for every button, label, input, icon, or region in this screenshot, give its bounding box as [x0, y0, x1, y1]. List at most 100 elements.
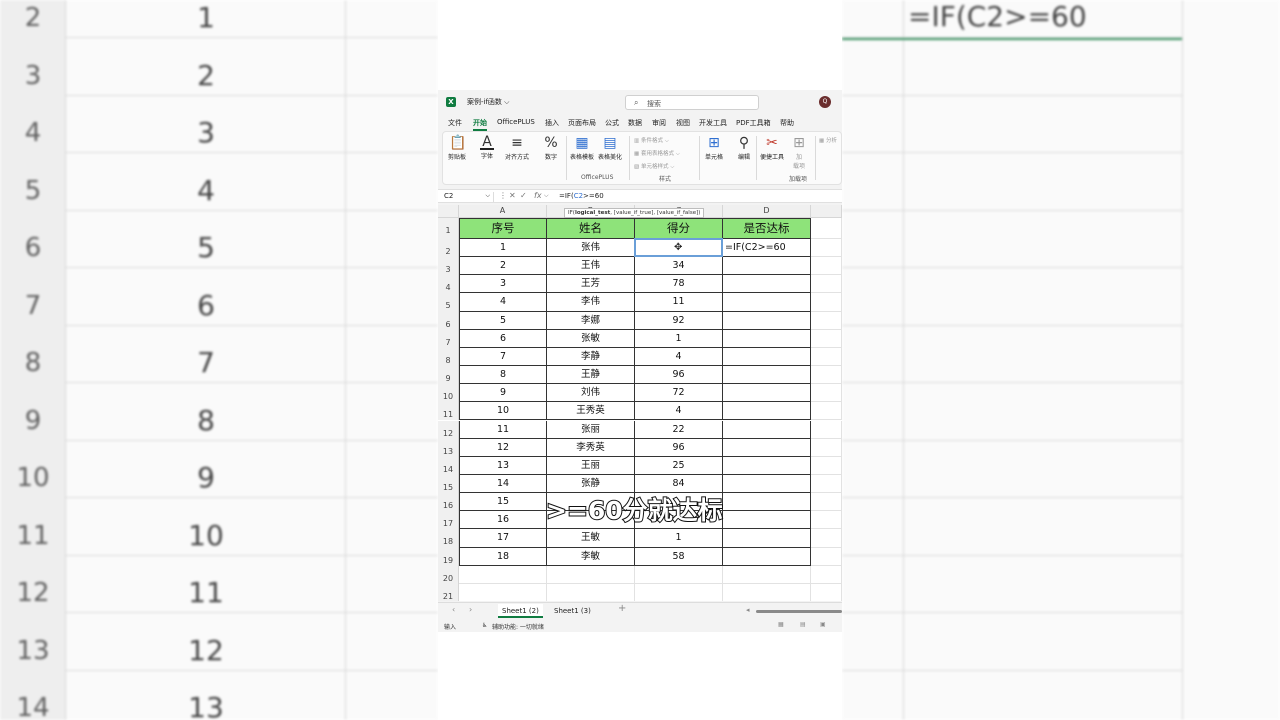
empty-cell[interactable] — [811, 257, 842, 276]
table-cell-name[interactable]: 王丽 — [547, 456, 635, 475]
name-box[interactable]: C2 ⌵ — [444, 192, 494, 202]
empty-cell[interactable] — [811, 438, 842, 457]
table-cell-name[interactable]: 李伟 — [547, 293, 635, 312]
table-header-cell[interactable]: 是否达标 — [723, 218, 811, 239]
table-cell-result[interactable] — [723, 529, 811, 548]
row-header[interactable]: 7 — [438, 329, 459, 348]
table-cell-score[interactable]: 92 — [635, 311, 723, 330]
row-header[interactable]: 9 — [438, 366, 459, 385]
row-header[interactable]: 4 — [438, 275, 459, 294]
table-cell-name[interactable]: 李秀英 — [547, 438, 635, 457]
scroll-left-icon[interactable]: ◂ — [746, 606, 750, 614]
row-header[interactable]: 20 — [438, 565, 459, 584]
table-cell-name[interactable]: 王伟 — [547, 257, 635, 276]
row-header[interactable]: 1 — [438, 218, 459, 239]
table-cell-score[interactable]: 72 — [635, 384, 723, 403]
table-cell-name[interactable]: 李静 — [547, 347, 635, 367]
sheet-tab-0[interactable]: Sheet1 (2) — [498, 604, 543, 618]
tab-3[interactable]: 插入 — [545, 118, 559, 128]
tab-6[interactable]: 数据 — [628, 118, 642, 128]
tab-7[interactable]: 审阅 — [652, 118, 666, 128]
empty-cell[interactable] — [459, 583, 547, 601]
column-header-d[interactable]: D — [723, 205, 811, 218]
tab-2[interactable]: OfficePLUS — [497, 118, 535, 126]
search-box[interactable]: ⌕ 搜索 — [625, 95, 759, 110]
row-header[interactable]: 3 — [438, 257, 459, 276]
cells-button[interactable]: ⊞ 单元格 — [705, 135, 723, 161]
empty-cell[interactable] — [723, 565, 811, 584]
table-cell-result[interactable] — [723, 547, 811, 566]
table-cell-result[interactable] — [723, 402, 811, 421]
table-cell-n[interactable]: 17 — [459, 529, 547, 548]
table-cell-name[interactable]: 李娜 — [547, 311, 635, 330]
excel-icon[interactable]: X — [446, 97, 456, 107]
align-button[interactable]: ≡ 对齐方式 — [505, 135, 529, 161]
table-cell-score[interactable]: 34 — [635, 257, 723, 276]
empty-cell[interactable] — [811, 311, 842, 330]
table-cell-score[interactable]: 1 — [635, 529, 723, 548]
tab-11[interactable]: 帮助 — [780, 118, 794, 128]
tooltip-arg1[interactable]: logical_test — [575, 210, 610, 216]
row-header[interactable]: 16 — [438, 493, 459, 512]
table-cell-n[interactable]: 1 — [459, 239, 547, 258]
table-cell-name[interactable]: 张敏 — [547, 329, 635, 348]
row-header[interactable]: 10 — [438, 384, 459, 403]
sheet-tab-1[interactable]: Sheet1 (3) — [550, 604, 595, 618]
table-cell-score[interactable]: 25 — [635, 456, 723, 475]
table-cell-name[interactable]: 张丽 — [547, 420, 635, 439]
empty-cell[interactable] — [635, 565, 723, 584]
row-header[interactable]: 19 — [438, 547, 459, 566]
horizontal-scrollbar[interactable] — [756, 610, 842, 613]
table-cell-score[interactable]: 4 — [635, 347, 723, 367]
tab-8[interactable]: 视图 — [676, 118, 690, 128]
table-cell-result[interactable] — [723, 347, 811, 367]
table-cell-result[interactable] — [723, 384, 811, 403]
table-cell-result[interactable] — [723, 420, 811, 439]
empty-cell[interactable] — [811, 547, 842, 566]
cancel-icon[interactable]: ✕ — [509, 191, 516, 200]
accessibility-status[interactable]: 辅助功能: 一切就绪 — [492, 622, 544, 631]
page-layout-icon[interactable]: ▤ — [800, 621, 806, 628]
row-header[interactable]: 6 — [438, 311, 459, 330]
table-cell-n[interactable]: 8 — [459, 366, 547, 385]
empty-cell[interactable] — [811, 329, 842, 348]
table-cell-name[interactable]: 王静 — [547, 366, 635, 385]
table-cell-result[interactable] — [723, 366, 811, 385]
empty-cell[interactable] — [811, 583, 842, 601]
table-cell-score[interactable]: 96 — [635, 438, 723, 457]
empty-cell[interactable] — [811, 239, 842, 258]
row-header[interactable]: 21 — [438, 583, 459, 601]
formula-input[interactable]: =IF(C2>=60 — [559, 192, 604, 200]
table-cell-name[interactable]: 刘伟 — [547, 384, 635, 403]
fx-dropdown-icon[interactable]: ⌵ — [544, 192, 549, 200]
table-cell-result[interactable] — [723, 511, 811, 530]
table-cell-n[interactable]: 13 — [459, 456, 547, 475]
table-cell-result[interactable] — [723, 493, 811, 512]
empty-cell[interactable] — [811, 420, 842, 439]
clipboard-button[interactable]: 📋 剪贴板 — [448, 135, 466, 161]
tab-0[interactable]: 文件 — [448, 118, 462, 128]
table-cell-n[interactable]: 10 — [459, 402, 547, 421]
tab-4[interactable]: 页面布局 — [568, 118, 596, 128]
tab-1[interactable]: 开始 — [473, 118, 487, 128]
table-cell-result[interactable] — [723, 438, 811, 457]
analyze-button[interactable]: ▦ 分析 — [819, 136, 837, 144]
empty-cell[interactable] — [811, 493, 842, 512]
table-cell-result[interactable] — [723, 275, 811, 294]
addins-button[interactable]: ⊞ 加 载项 — [791, 135, 807, 170]
table-cell-score[interactable]: 1 — [635, 329, 723, 348]
table-header-cell[interactable]: 序号 — [459, 218, 547, 239]
empty-cell[interactable] — [811, 366, 842, 385]
accessibility-icon[interactable]: ♿ — [482, 622, 487, 629]
row-header[interactable]: 11 — [438, 402, 459, 421]
table-cell-n[interactable]: 11 — [459, 420, 547, 439]
row-header[interactable]: 2 — [438, 239, 459, 258]
table-beautify-button[interactable]: ▤ 表格美化 — [598, 135, 622, 161]
empty-cell[interactable] — [811, 565, 842, 584]
table-cell-score[interactable]: 22 — [635, 420, 723, 439]
confirm-icon[interactable]: ✓ — [520, 191, 527, 200]
empty-cell[interactable] — [811, 293, 842, 312]
cell-style-button[interactable]: ▧ 单元格样式 ⌵ — [634, 162, 674, 171]
table-cell-name[interactable]: 张伟 — [547, 239, 635, 258]
table-cell-n[interactable]: 4 — [459, 293, 547, 312]
